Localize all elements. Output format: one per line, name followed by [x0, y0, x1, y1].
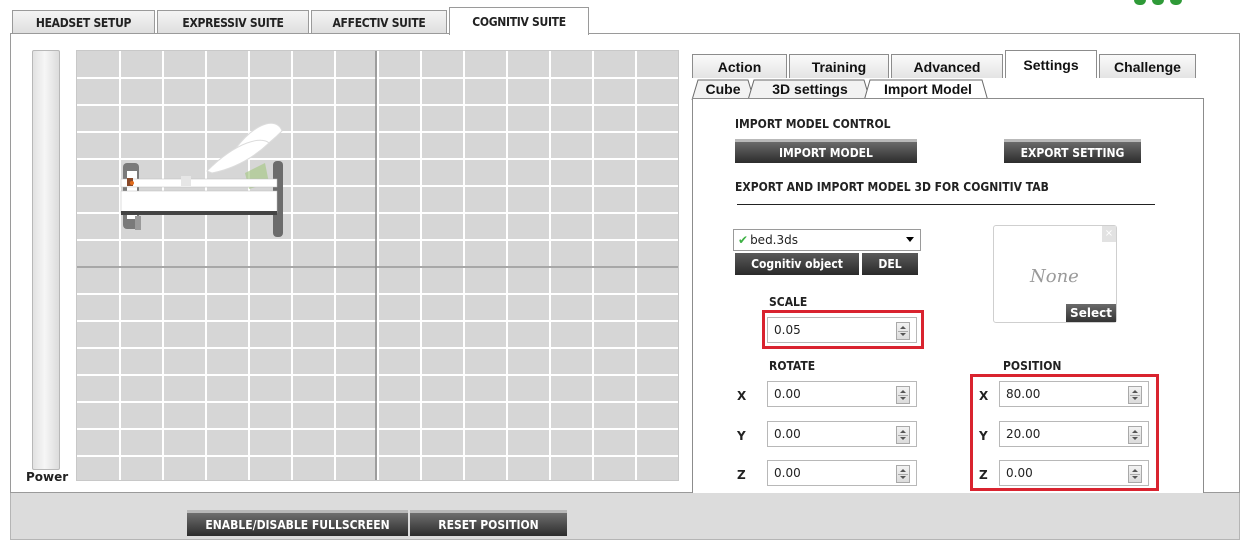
tab-advanced[interactable]: Advanced — [891, 54, 1003, 78]
del-button[interactable]: DEL — [862, 253, 918, 275]
import-model-pane: IMPORT MODEL CONTROL IMPORT MODEL EXPORT… — [692, 98, 1204, 494]
tab-action[interactable]: Action — [692, 54, 787, 78]
tab-headset-setup[interactable]: HEADSET SETUP — [12, 10, 155, 34]
spinner-arrows-icon[interactable] — [896, 465, 910, 483]
rotate-z-field[interactable]: 0.00 — [767, 460, 917, 486]
rotate-z-value: 0.00 — [774, 466, 801, 480]
subtab-import-model[interactable]: Import Model — [870, 78, 986, 100]
power-label: Power — [26, 470, 69, 484]
model-preview: × None Select — [993, 225, 1117, 323]
tab-expressiv-suite[interactable]: EXPRESSIV SUITE — [157, 10, 309, 34]
fullscreen-toggle-button[interactable]: ENABLE/DISABLE FULLSCREEN — [187, 510, 408, 536]
model-select-value: bed.3ds — [750, 233, 798, 247]
chevron-down-icon — [906, 237, 914, 242]
tab-cognitiv-suite[interactable]: COGNITIV SUITE — [449, 7, 589, 35]
rotate-label: ROTATE — [769, 359, 816, 373]
position-label: POSITION — [1003, 359, 1062, 373]
section-divider — [737, 204, 1155, 205]
settings-panel: Action Training Advanced Settings Challe… — [690, 50, 1206, 494]
rotate-z-label: Z — [737, 468, 746, 482]
scale-label: SCALE — [769, 295, 808, 309]
tab-affectiv-suite[interactable]: AFFECTIV SUITE — [311, 10, 447, 34]
suite-tab-bar: HEADSET SETUP EXPRESSIV SUITE AFFECTIV S… — [0, 0, 1253, 35]
select-button[interactable]: Select — [1066, 304, 1116, 322]
tab-training[interactable]: Training — [789, 54, 889, 78]
subtab-cube[interactable]: Cube — [696, 78, 750, 100]
model-select[interactable]: ✔ bed.3ds — [733, 229, 921, 251]
subtab-3d-settings[interactable]: 3D settings — [754, 78, 866, 100]
rotate-y-label: Y — [737, 429, 746, 443]
settings-subtab-bar: Cube 3D settings Import Model — [690, 78, 990, 102]
rotate-x-value: 0.00 — [774, 387, 801, 401]
spinner-arrows-icon[interactable] — [896, 386, 910, 404]
reset-position-button[interactable]: RESET POSITION — [410, 510, 567, 536]
bottom-toolbar: ENABLE/DISABLE FULLSCREEN RESET POSITION — [10, 493, 1240, 540]
export-import-title: EXPORT AND IMPORT MODEL 3D FOR COGNITIV … — [735, 180, 1049, 194]
close-icon[interactable]: × — [1102, 226, 1116, 242]
position-highlight — [970, 374, 1159, 491]
scale-highlight — [762, 310, 924, 349]
preview-none-text: None — [1030, 266, 1079, 287]
tab-settings[interactable]: Settings — [1005, 50, 1097, 78]
check-icon: ✔ — [738, 233, 749, 247]
viewport-grid — [77, 51, 678, 480]
rotate-y-value: 0.00 — [774, 427, 801, 441]
rotate-x-label: X — [737, 389, 747, 403]
cognitiv-object-button[interactable]: Cognitiv object — [735, 253, 859, 275]
rotate-x-field[interactable]: 0.00 — [767, 381, 917, 407]
brand-logo-icon — [1134, 0, 1194, 6]
power-meter — [32, 50, 60, 470]
3d-viewport[interactable] — [76, 50, 679, 481]
tab-challenge[interactable]: Challenge — [1099, 54, 1196, 78]
import-model-button[interactable]: IMPORT MODEL — [735, 139, 917, 163]
rotate-y-field[interactable]: 0.00 — [767, 421, 917, 447]
export-setting-button[interactable]: EXPORT SETTING — [1004, 139, 1141, 163]
import-model-control-title: IMPORT MODEL CONTROL — [735, 117, 891, 131]
spinner-arrows-icon[interactable] — [896, 426, 910, 444]
